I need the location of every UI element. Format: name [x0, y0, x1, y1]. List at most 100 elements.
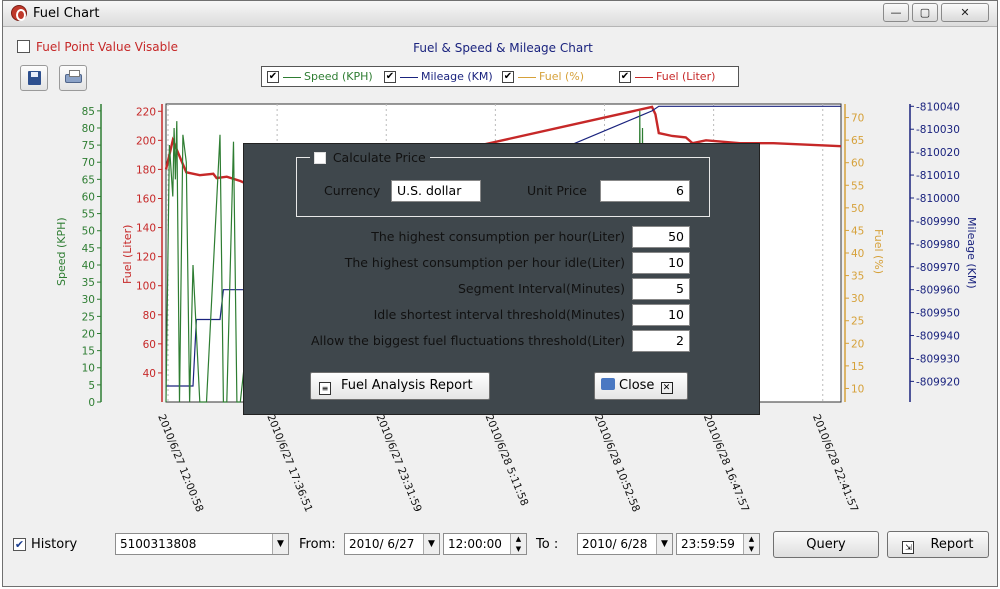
y-tick-label-fuel_percent: 50 [851, 203, 864, 215]
y-tick-label-fuel_liter: 140 [136, 223, 156, 235]
device-id-value: 5100313808 [120, 537, 197, 551]
currency-label: Currency [324, 183, 381, 198]
x-tick-label: 2010/6/28 22:41:57 [810, 413, 860, 514]
calculate-price-checkbox[interactable] [314, 152, 326, 164]
fluctuation-threshold-label: Allow the biggest fuel fluctuations thre… [310, 333, 625, 348]
from-date-picker[interactable]: 2010/ 6/27 ▼ [344, 533, 440, 555]
y-tick-label-mileage: -809970 [916, 262, 960, 274]
x-tick-label: 2010/6/28 16:47:57 [701, 413, 751, 514]
y-tick-label-speed: 85 [82, 106, 95, 118]
max-consumption-field[interactable]: 50 [632, 226, 690, 248]
close-x-icon: ✕ [660, 382, 673, 394]
to-date-picker[interactable]: 2010/ 6/28 ▼ [577, 533, 673, 555]
unit-price-label: Unit Price [527, 183, 587, 198]
to-label: To : [536, 537, 559, 552]
y-tick-label-fuel_percent: 15 [851, 361, 864, 373]
y-tick-label-fuel_percent: 25 [851, 316, 864, 328]
y-tick-label-fuel_liter: 180 [136, 164, 156, 176]
y-tick-label-speed: 50 [82, 226, 95, 238]
y-tick-label-mileage: -809980 [916, 239, 960, 251]
y-tick-label-speed: 30 [82, 294, 95, 306]
y-tick-label-speed: 0 [88, 397, 95, 409]
device-dropdown-arrow-icon[interactable]: ▼ [272, 534, 288, 554]
max-idle-consumption-field[interactable]: 10 [632, 252, 690, 274]
currency-field[interactable]: U.S. dollar [391, 180, 481, 202]
idle-threshold-label: Idle shortest interval threshold(Minutes… [373, 307, 625, 322]
y-tick-label-speed: 70 [82, 157, 95, 169]
y-tick-label-fuel_percent: 30 [851, 293, 864, 305]
calculate-price-dialog: Calculate Price Currency U.S. dollar Uni… [243, 143, 760, 415]
y-tick-label-speed: 40 [82, 260, 95, 272]
x-tick-label: 2010/6/27 23:31:59 [373, 413, 423, 514]
idle-threshold-field[interactable]: 10 [632, 304, 690, 326]
bottom-toolbar: ✔ History 5100313808 ▼ From: 2010/ 6/27 … [3, 521, 997, 567]
report-button[interactable]: ⇲ Report [887, 531, 989, 558]
close-door-icon [601, 378, 615, 390]
calculate-price-header: Calculate Price [310, 150, 430, 166]
max-idle-consumption-label: The highest consumption per hour idle(Li… [344, 255, 625, 270]
fluctuation-threshold-field[interactable]: 2 [632, 330, 690, 352]
dialog-close-label: Close [619, 378, 655, 393]
from-time-value: 12:00:00 [448, 537, 502, 551]
y-tick-label-mileage: -809920 [916, 376, 960, 388]
fuel-analysis-report-button[interactable]: ≡ Fuel Analysis Report [310, 372, 490, 400]
y-tick-label-mileage: -809940 [916, 331, 960, 343]
to-time-spin-icon[interactable]: ▲ ▼ [743, 534, 759, 554]
y-tick-label-fuel_liter: 60 [143, 339, 156, 351]
y-tick-label-speed: 15 [82, 346, 95, 358]
unit-price-field[interactable]: 6 [600, 180, 690, 202]
y-tick-label-speed: 5 [88, 380, 95, 392]
to-date-dropdown-icon[interactable]: ▼ [656, 534, 672, 554]
y-tick-label-fuel_percent: 20 [851, 338, 864, 350]
x-tick-label: 2010/6/27 12:00:58 [155, 413, 205, 514]
query-button[interactable]: Query [773, 531, 879, 558]
report-document-icon: ≡ [319, 382, 331, 395]
from-label: From: [299, 537, 336, 552]
to-time-spinner[interactable]: 23:59:59 ▲ ▼ [676, 533, 760, 555]
calculate-price-label: Calculate Price [332, 150, 426, 165]
report-icon: ⇲ [902, 541, 915, 554]
y-tick-label-mileage: -810010 [916, 170, 960, 182]
to-time-value: 23:59:59 [681, 537, 735, 551]
fuel-chart-window: Fuel Chart — ▢ ✕ Fuel Point Value Visabl… [2, 0, 998, 587]
y-tick-label-fuel_percent: 60 [851, 158, 864, 170]
y-tick-label-fuel_liter: 120 [136, 252, 156, 264]
y-tick-label-fuel_liter: 160 [136, 193, 156, 205]
y-tick-label-mileage: -809990 [916, 216, 960, 228]
from-time-spin-icon[interactable]: ▲ ▼ [510, 534, 526, 554]
device-id-combobox[interactable]: 5100313808 ▼ [115, 533, 289, 555]
to-date-value: 2010/ 6/28 [582, 537, 648, 551]
y-tick-label-fuel_percent: 35 [851, 271, 864, 283]
y-tick-label-speed: 20 [82, 328, 95, 340]
y-tick-label-mileage: -809930 [916, 353, 960, 365]
max-consumption-label: The highest consumption per hour(Liter) [371, 229, 625, 244]
history-checkbox[interactable]: ✔ [13, 538, 26, 551]
y-tick-label-speed: 35 [82, 277, 95, 289]
segment-interval-field[interactable]: 5 [632, 278, 690, 300]
segment-interval-label: Segment Interval(Minutes) [457, 281, 625, 296]
y-tick-label-fuel_liter: 200 [136, 135, 156, 147]
x-tick-label: 2010/6/28 10:52:58 [592, 413, 642, 514]
y-tick-label-speed: 10 [82, 363, 95, 375]
y-tick-label-fuel_percent: 55 [851, 180, 864, 192]
history-label: History [31, 537, 78, 552]
y-tick-label-mileage: -810000 [916, 193, 960, 205]
from-date-dropdown-icon[interactable]: ▼ [423, 534, 439, 554]
from-time-spinner[interactable]: 12:00:00 ▲ ▼ [443, 533, 527, 555]
x-tick-label: 2010/6/27 17:36:51 [264, 413, 314, 514]
y-tick-label-fuel_percent: 45 [851, 225, 864, 237]
y-tick-label-speed: 25 [82, 311, 95, 323]
report-button-label: Report [930, 537, 974, 552]
y-tick-label-fuel_percent: 70 [851, 113, 864, 125]
fuel-analysis-report-label: Fuel Analysis Report [341, 378, 473, 393]
y-tick-label-fuel_liter: 100 [136, 281, 156, 293]
dialog-close-button[interactable]: Close ✕ [594, 372, 688, 400]
y-tick-label-fuel_liter: 40 [143, 368, 156, 380]
y-tick-label-mileage: -810040 [916, 101, 960, 113]
y-tick-label-fuel_percent: 40 [851, 248, 864, 260]
y-tick-label-speed: 45 [82, 243, 95, 255]
x-tick-label: 2010/6/28 5:11:58 [483, 413, 531, 508]
y-tick-label-fuel_liter: 220 [136, 106, 156, 118]
y-tick-label-mileage: -810020 [916, 147, 960, 159]
y-tick-label-speed: 75 [82, 140, 95, 152]
